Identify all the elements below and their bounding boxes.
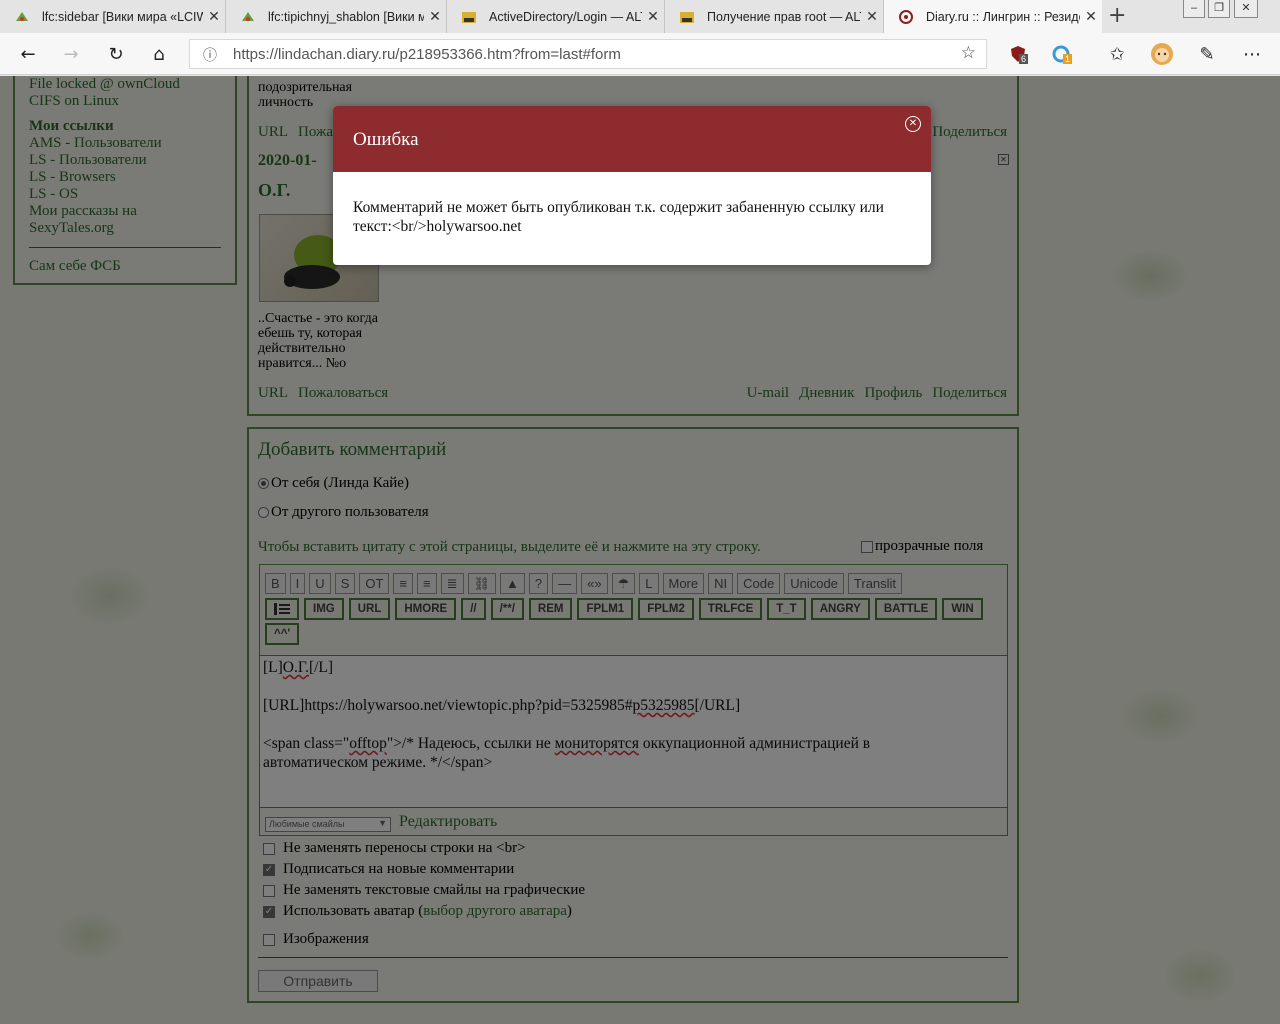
tab-5-active[interactable]: Diary.ru :: Лингрин :: Резиде ✕ bbox=[884, 0, 1102, 33]
extension-badge: 1 bbox=[1063, 54, 1073, 64]
profile-avatar-icon[interactable] bbox=[1147, 39, 1177, 69]
alt-linux-favicon-icon bbox=[679, 9, 695, 25]
browser-toolbar: ← → ↻ ⌂ ⓘ https://lindachan.diary.ru/p21… bbox=[0, 33, 1280, 75]
window-close-button[interactable]: ✕ bbox=[1234, 0, 1258, 18]
alt-linux-favicon-icon bbox=[461, 9, 477, 25]
tab-title: lfc:sidebar [Вики мира «LCIW bbox=[42, 9, 203, 24]
back-icon[interactable]: ← bbox=[13, 39, 43, 69]
dialog-header: Ошибка bbox=[333, 106, 931, 172]
address-bar[interactable]: ⓘ https://lindachan.diary.ru/p218953366.… bbox=[189, 39, 987, 69]
reload-icon[interactable]: ↻ bbox=[101, 39, 131, 69]
menu-icon[interactable]: ⋯ bbox=[1237, 39, 1267, 69]
tab-4[interactable]: Получение прав root — ALT ✕ bbox=[665, 0, 884, 33]
diary-favicon-icon bbox=[898, 9, 914, 25]
tab-title: ActiveDirectory/Login — ALT bbox=[489, 9, 642, 24]
tab-bar: lfc:sidebar [Вики мира «LCIW ✕ lfc:tipic… bbox=[0, 0, 1280, 33]
tab-close-icon[interactable]: ✕ bbox=[642, 8, 664, 25]
tab-title: Diary.ru :: Лингрин :: Резиде bbox=[926, 9, 1080, 24]
wiki-favicon-icon bbox=[240, 9, 256, 25]
minimize-button[interactable]: – bbox=[1183, 0, 1205, 18]
favorites-icon[interactable]: ✩ bbox=[1102, 39, 1132, 69]
tab-close-icon[interactable]: ✕ bbox=[424, 8, 446, 25]
extension-icon[interactable]: 1 bbox=[1046, 39, 1076, 69]
tab-close-icon[interactable]: ✕ bbox=[203, 8, 225, 25]
dialog-message: Комментарий не может быть опубликован т.… bbox=[353, 199, 884, 235]
restore-button[interactable]: ❐ bbox=[1208, 0, 1230, 18]
tab-close-icon[interactable]: ✕ bbox=[1080, 8, 1102, 25]
tab-2[interactable]: lfc:tipichnyj_shablon [Вики м ✕ bbox=[226, 0, 447, 33]
tab-3[interactable]: ActiveDirectory/Login — ALT ✕ bbox=[447, 0, 665, 33]
ublock-extension-icon[interactable]: 6 bbox=[1003, 39, 1033, 69]
info-icon[interactable]: ⓘ bbox=[203, 45, 217, 65]
new-tab-button[interactable]: + bbox=[1108, 3, 1126, 28]
forward-icon[interactable]: → bbox=[56, 39, 86, 69]
tab-title: Получение прав root — ALT bbox=[707, 9, 861, 24]
feedback-icon[interactable]: ✎ bbox=[1192, 39, 1222, 69]
ublock-badge: 6 bbox=[1019, 54, 1029, 64]
tab-title: lfc:tipichnyj_shablon [Вики м bbox=[268, 9, 424, 24]
dialog-close-icon[interactable]: ✕ bbox=[905, 116, 921, 132]
tab-close-icon[interactable]: ✕ bbox=[861, 8, 883, 25]
wiki-favicon-icon bbox=[14, 9, 30, 25]
tab-1[interactable]: lfc:sidebar [Вики мира «LCIW ✕ bbox=[0, 0, 226, 33]
error-dialog: Ошибка ✕ Комментарий не может быть опубл… bbox=[333, 106, 931, 265]
favorite-star-icon[interactable]: ☆ bbox=[961, 43, 976, 63]
home-icon[interactable]: ⌂ bbox=[144, 39, 174, 69]
url-text: https://lindachan.diary.ru/p218953366.ht… bbox=[233, 46, 621, 63]
dialog-title: Ошибка bbox=[353, 129, 419, 150]
